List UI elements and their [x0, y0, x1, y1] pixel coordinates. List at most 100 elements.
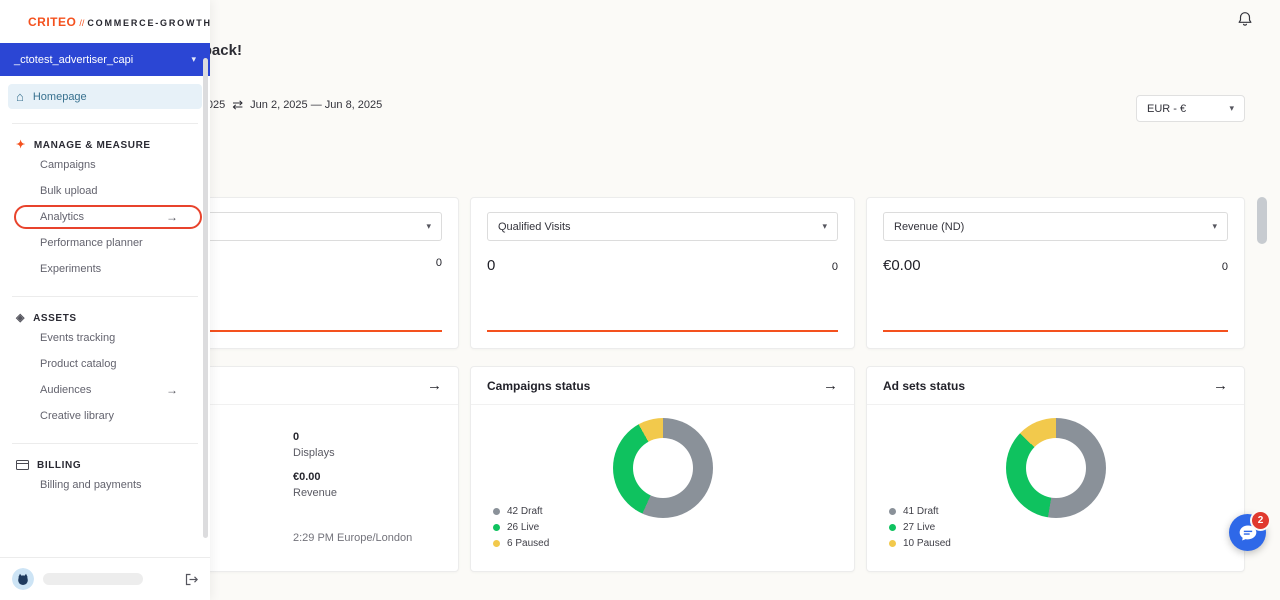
stat-label: Displays — [293, 447, 337, 459]
sidebar-item-analytics[interactable]: Analytics → — [0, 204, 210, 230]
avatar[interactable] — [12, 568, 34, 590]
chevron-down-icon: ▾ — [191, 54, 196, 65]
sidebar-item-events-tracking[interactable]: Events tracking — [0, 325, 210, 351]
legend-label: 27 Live — [903, 522, 935, 533]
kpi-value: 0 — [487, 257, 495, 274]
logo-separator: // — [79, 18, 84, 28]
sidebar-item-creative-library[interactable]: Creative library — [0, 403, 210, 429]
arrow-right-icon[interactable]: → — [1213, 377, 1228, 394]
chevron-down-icon: ▾ — [1212, 221, 1217, 232]
compare-arrows-icon: ⇄ — [232, 97, 243, 113]
kpi-secondary-value: 0 — [832, 261, 838, 273]
kpi-card-revenue: Revenue (ND) ▾ €0.00 0 — [866, 197, 1245, 349]
criteo-logo: CRITEO//COMMERCE-GROWTH — [0, 0, 210, 31]
sidebar-item-label: Billing and payments — [40, 479, 142, 491]
page-scrollbar[interactable] — [1257, 197, 1267, 244]
arrow-right-icon: → — [166, 377, 178, 403]
legend-dot — [889, 540, 896, 547]
section-title: ASSETS — [33, 313, 77, 324]
sidebar-item-product-catalog[interactable]: Product catalog — [0, 351, 210, 377]
sidebar-item-label: Bulk upload — [40, 185, 98, 197]
metric-selector-value: Qualified Visits — [498, 221, 571, 233]
last-updated-timestamp: 2:29 PM Europe/London — [293, 532, 412, 544]
kpi-card-qualified-visits: Qualified Visits ▾ 0 0 — [470, 197, 855, 349]
kpi-secondary-value: 0 — [1222, 261, 1228, 273]
legend-item: 42 Draft — [493, 506, 549, 517]
legend-item: 26 Live — [493, 522, 549, 533]
sidebar-item-label: Experiments — [40, 263, 101, 275]
user-row — [0, 557, 210, 600]
section-header-billing: BILLING — [0, 458, 210, 472]
logo-commerce-growth-text: COMMERCE-GROWTH — [87, 18, 212, 28]
sidebar-item-billing-and-payments[interactable]: Billing and payments — [0, 472, 210, 498]
legend-label: 10 Paused — [903, 538, 951, 549]
section-title: BILLING — [37, 460, 81, 471]
panel-title: Campaigns status — [487, 379, 590, 393]
chevron-down-icon: ▾ — [1229, 103, 1234, 114]
legend-item: 27 Live — [889, 522, 951, 533]
chat-button[interactable]: 2 — [1229, 514, 1266, 551]
campaigns-status-card: Campaigns status → 42 Draft 26 Live 6 Paus… — [470, 366, 855, 572]
section-header-assets: ◈ ASSETS — [0, 311, 210, 325]
currency-selector[interactable]: EUR - € ▾ — [1136, 95, 1245, 122]
sidebar: CRITEO//COMMERCE-GROWTH _ctotest_adverti… — [0, 0, 210, 600]
chevron-down-icon: ▾ — [822, 221, 827, 232]
advertiser-selector[interactable]: _ctotest_advertiser_capi ▾ — [0, 43, 210, 76]
metric-selector-value: Revenue (ND) — [894, 221, 964, 233]
credit-card-icon — [16, 460, 29, 470]
ad-sets-status-card: Ad sets status → 41 Draft 27 Live 10 Pause… — [866, 366, 1245, 572]
section-header-manage-measure: ✦ MANAGE & MEASURE — [0, 138, 210, 152]
sidebar-scrollbar[interactable] — [203, 58, 208, 538]
legend-item: 6 Paused — [493, 538, 549, 549]
sidebar-item-campaigns[interactable]: Campaigns — [0, 152, 210, 178]
sparkle-icon: ✦ — [16, 140, 26, 151]
arrow-right-icon[interactable]: → — [427, 377, 442, 394]
logout-icon[interactable] — [185, 573, 198, 586]
sidebar-item-label: Product catalog — [40, 358, 116, 370]
kpi-value: €0.00 — [883, 257, 921, 274]
divider — [12, 443, 198, 444]
legend-item: 10 Paused — [889, 538, 951, 549]
sidebar-item-experiments[interactable]: Experiments — [0, 256, 210, 282]
kpi-secondary-value: 0 — [436, 257, 442, 269]
sidebar-item-bulk-upload[interactable]: Bulk upload — [0, 178, 210, 204]
chat-unread-badge: 2 — [1250, 510, 1271, 531]
sidebar-item-homepage[interactable]: ⌂ Homepage — [8, 84, 202, 109]
advertiser-name: _ctotest_advertiser_capi — [14, 54, 133, 66]
sidebar-item-label: Performance planner — [40, 237, 143, 249]
sidebar-item-label: Events tracking — [40, 332, 115, 344]
divider — [12, 296, 198, 297]
sidebar-item-label: Campaigns — [40, 159, 96, 171]
legend-dot — [889, 508, 896, 515]
legend-label: 42 Draft — [507, 506, 543, 517]
legend-dot — [493, 540, 500, 547]
arrow-right-icon[interactable]: → — [823, 377, 838, 394]
sidebar-item-label: Homepage — [33, 91, 87, 103]
stat-value: €0.00 — [293, 471, 337, 483]
legend-label: 26 Live — [507, 522, 539, 533]
metric-selector[interactable]: Qualified Visits ▾ — [487, 212, 838, 241]
notifications-bell-icon[interactable] — [1236, 10, 1254, 28]
stat-label: Revenue — [293, 487, 337, 499]
metric-selector[interactable]: Revenue (ND) ▾ — [883, 212, 1228, 241]
assets-icon: ◈ — [16, 313, 25, 324]
sidebar-item-label: Audiences — [40, 384, 91, 396]
legend-label: 41 Draft — [903, 506, 939, 517]
campaigns-status-donut-chart — [613, 418, 713, 518]
currency-value: EUR - € — [1147, 103, 1186, 115]
legend-dot — [889, 524, 896, 531]
sidebar-item-audiences[interactable]: Audiences → — [0, 377, 210, 403]
legend-dot — [493, 524, 500, 531]
stat-value: 0 — [293, 431, 337, 443]
sidebar-item-performance-planner[interactable]: Performance planner — [0, 230, 210, 256]
panel-title: Ad sets status — [883, 379, 965, 393]
compare-range-end: Jun 2, 2025 — Jun 8, 2025 — [250, 99, 382, 111]
home-icon: ⌂ — [16, 90, 24, 103]
sidebar-item-label: Creative library — [40, 410, 114, 422]
chart-legend: 41 Draft 27 Live 10 Paused — [889, 506, 951, 549]
logo-criteo-text: CRITEO — [28, 15, 76, 29]
chevron-down-icon: ▾ — [426, 221, 431, 232]
legend-dot — [493, 508, 500, 515]
overview-stats: 0 Displays €0.00 Revenue — [293, 431, 337, 511]
sparkline — [487, 330, 838, 332]
